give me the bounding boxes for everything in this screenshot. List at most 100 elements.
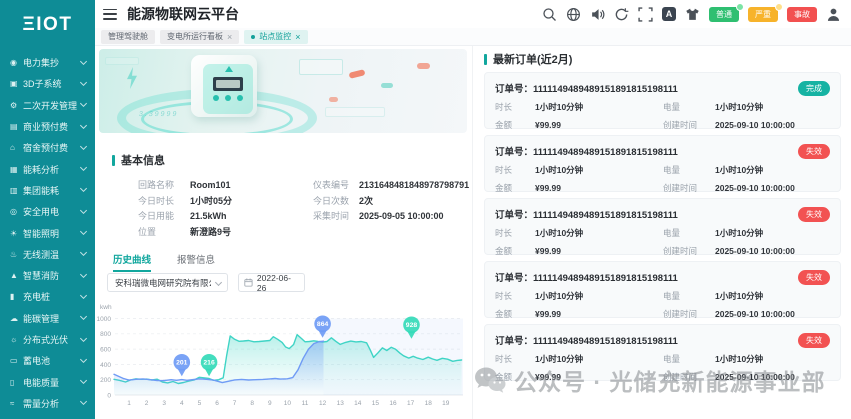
order-card[interactable]: 订单号：1111149489489151891815198111 完成 时长 1小时1… xyxy=(484,72,841,131)
tab-dashboard[interactable]: 管理驾驶舱 xyxy=(101,29,155,44)
order-row: 金额 ¥99.99 创建时间 2025-09-10 10:00:00 xyxy=(495,308,830,320)
field-label: 创建时间 xyxy=(663,183,698,193)
info-row: 今日用能 21.5kWh xyxy=(138,208,308,224)
svg-text:12: 12 xyxy=(319,400,327,407)
info-row: 回路名称 Room101 xyxy=(138,177,308,193)
info-label: 今日时长 xyxy=(138,195,175,206)
order-number-value: 1111149489489151891815198111 xyxy=(533,273,678,284)
field-value: 2025-09-10 10:00:00 xyxy=(715,120,795,130)
sidebar-item-无线测温[interactable]: ♨ 无线测温 xyxy=(0,244,95,265)
sidebar-item-能耗分析[interactable]: ▦ 能耗分析 xyxy=(0,158,95,179)
svg-text:19: 19 xyxy=(442,400,450,407)
sidebar-item-label: 宿舍预付费 xyxy=(23,143,69,154)
order-row: 金额 ¥99.99 创建时间 2025-09-10 10:00:00 xyxy=(495,119,830,131)
sidebar-item-电力集抄[interactable]: ◉ 电力集抄 xyxy=(0,52,95,73)
alarm-badge-accident[interactable]: 事故 xyxy=(787,6,817,22)
carbon-icon: ☁ xyxy=(10,313,18,323)
font-size-icon[interactable]: A xyxy=(662,7,676,21)
order-row: 金额 ¥99.99 创建时间 2025-09-10 10:00:00 xyxy=(495,182,830,194)
svg-text:3: 3 xyxy=(162,400,166,407)
sidebar-item-3D子系统[interactable]: ▣ 3D子系统 xyxy=(0,73,95,94)
svg-text:13: 13 xyxy=(337,400,345,407)
field-value: ¥99.99 xyxy=(535,372,561,382)
svg-text:11: 11 xyxy=(302,400,309,407)
order-number-value: 1111149489489151891815198111 xyxy=(533,336,678,347)
fullscreen-icon[interactable] xyxy=(638,6,653,22)
basic-info-right-column: 仪表编号 2131648481848978798791 今日次数 2次 采集时间 2025… xyxy=(313,177,471,224)
sidebar-item-安全用电[interactable]: ◎ 安全用电 xyxy=(0,201,95,222)
home-icon: ⌂ xyxy=(10,143,15,153)
tab-site-monitor[interactable]: 站点监控 × xyxy=(244,29,308,44)
close-icon[interactable]: × xyxy=(227,30,232,44)
field-label: 时长 xyxy=(495,228,513,238)
field-label: 时长 xyxy=(495,291,513,301)
sidebar-item-label: 安全用电 xyxy=(23,207,60,218)
field-value: 1小时10分钟 xyxy=(535,165,584,175)
menu-toggle-icon[interactable] xyxy=(103,8,117,20)
sidebar-item-需量分析[interactable]: ≈ 需量分析 xyxy=(0,393,95,414)
banner-decor-digits: 3.39999 xyxy=(138,111,179,118)
chevron-down-icon xyxy=(79,227,88,236)
info-label: 今日次数 xyxy=(313,195,350,206)
sidebar-item-智能照明[interactable]: ☀ 智能照明 xyxy=(0,222,95,243)
tab-history-curve[interactable]: 历史曲线 xyxy=(113,252,152,272)
info-value: Room101 xyxy=(190,179,231,190)
order-number-value: 1111149489489151891815198111 xyxy=(533,84,678,95)
language-icon[interactable] xyxy=(566,7,581,22)
order-number-value: 1111149489489151891815198111 xyxy=(533,147,678,158)
order-card[interactable]: 订单号：1111149489489151891815198111 失效 时长 1小时1… xyxy=(484,198,841,256)
order-card[interactable]: 订单号：1111149489489151891815198111 失效 时长 1小时1… xyxy=(484,261,841,320)
sidebar-item-分布式光伏[interactable]: ☼ 分布式光伏 xyxy=(0,329,95,350)
chevron-down-icon xyxy=(79,355,88,363)
status-badge: 失效 xyxy=(798,144,830,159)
sidebar-item-商业预付费[interactable]: ▤ 商业预付费 xyxy=(0,116,95,137)
refresh-icon[interactable] xyxy=(614,7,629,22)
field-label: 金额 xyxy=(495,120,513,130)
sidebar-item-蓄电池[interactable]: ▭ 蓄电池 xyxy=(0,350,95,371)
chevron-down-icon xyxy=(79,291,88,299)
svg-text:10: 10 xyxy=(284,400,292,407)
sidebar-item-二次开发管理[interactable]: ⚙ 二次开发管理 xyxy=(0,95,95,116)
user-icon[interactable] xyxy=(826,7,841,22)
lightning-icon xyxy=(127,67,137,89)
info-value: 2025-09-05 10:00:00 xyxy=(359,210,444,221)
search-icon[interactable] xyxy=(542,7,557,22)
tab-alarm-info[interactable]: 报警信息 xyxy=(177,252,215,272)
order-card[interactable]: 订单号：1111149489489151891815198111 失效 时长 1小时1… xyxy=(484,324,841,382)
svg-text:8: 8 xyxy=(250,400,254,407)
field-label: 创建时间 xyxy=(663,120,698,130)
chevron-down-icon xyxy=(79,206,88,214)
company-select[interactable]: 安科瑞微电网研究院有限公司 xyxy=(107,273,228,292)
theme-icon[interactable] xyxy=(685,7,700,22)
tab-substation-board[interactable]: 变电所运行看板 × xyxy=(160,29,240,44)
lighting-icon: ☀ xyxy=(10,228,18,238)
field-value: 1小时10分钟 xyxy=(715,102,764,112)
sidebar-item-集团能耗[interactable]: ▥ 集团能耗 xyxy=(0,180,95,201)
order-card[interactable]: 订单号：1111149489489151891815198111 失效时长 1小时1… xyxy=(484,135,841,194)
order-number-label: 订单号： xyxy=(495,336,534,347)
field-value: 2025-09-10 10:00:00 xyxy=(715,246,795,256)
order-number: 订单号：1111149489489151891815198111 xyxy=(495,270,830,284)
battery-icon: ▭ xyxy=(10,356,18,366)
svg-text:1000: 1000 xyxy=(97,316,112,323)
sidebar-item-宿舍预付费[interactable]: ⌂ 宿舍预付费 xyxy=(0,137,95,158)
svg-text:2: 2 xyxy=(145,400,149,407)
status-badge: 失效 xyxy=(798,333,830,348)
alarm-badge-serious[interactable]: 严重 xyxy=(748,2,783,22)
sidebar-item-智慧消防[interactable]: ▲ 智慧消防 xyxy=(0,265,95,286)
svg-text:600: 600 xyxy=(100,347,111,354)
active-dot xyxy=(251,34,256,39)
close-icon[interactable]: × xyxy=(295,30,300,44)
field-label: 创建时间 xyxy=(663,246,698,256)
sidebar-item-能碳管理[interactable]: ☁ 能碳管理 xyxy=(0,308,95,329)
date-picker[interactable]: 2022-06-26 xyxy=(238,273,305,293)
sound-icon[interactable] xyxy=(590,7,605,22)
alarm-badge-normal[interactable]: 普通 xyxy=(709,2,744,22)
order-row: 时长 1小时10分钟 电量 1小时10分钟 xyxy=(495,164,830,176)
field-label: 电量 xyxy=(663,228,681,238)
sidebar-item-电能质量[interactable]: ▯ 电能质量 xyxy=(0,371,95,392)
sidebar-item-充电桩[interactable]: ▮ 充电桩 xyxy=(0,286,95,307)
analysis-icon: ▦ xyxy=(10,164,18,174)
order-number-label: 订单号： xyxy=(495,147,534,158)
field-value: ¥99.99 xyxy=(535,246,561,256)
